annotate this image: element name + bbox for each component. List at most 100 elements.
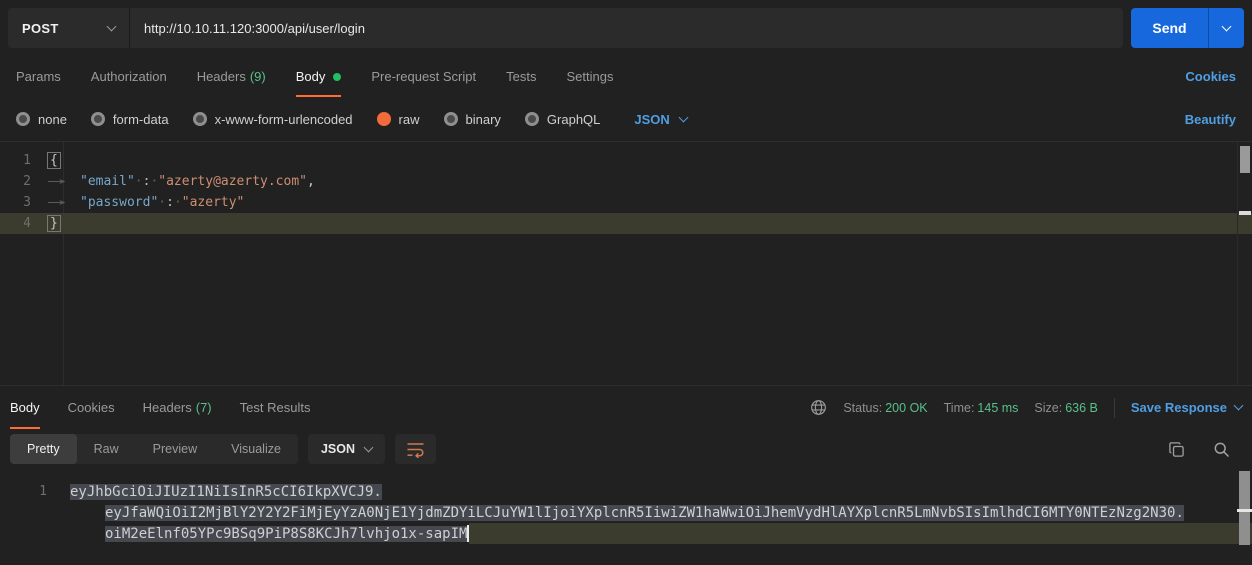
jwt-token-segment: eyJhbGciOiJIUzI1NiIsInR5cCI6IkpXVCJ9. xyxy=(70,484,382,500)
response-toolbar: Pretty Raw Preview Visualize JSON xyxy=(0,429,1252,469)
wrap-text-button[interactable] xyxy=(395,434,436,464)
beautify-link[interactable]: Beautify xyxy=(1185,112,1236,127)
radio-selected-icon xyxy=(377,112,391,126)
whitespace-dot: · xyxy=(174,195,182,210)
option-label: form-data xyxy=(113,112,169,127)
tab-label: Pre-request Script xyxy=(371,69,476,84)
open-brace-token: { xyxy=(47,152,61,169)
request-bar: POST Send xyxy=(0,0,1252,56)
time-label: Time: xyxy=(944,401,975,415)
colon-token: : xyxy=(143,174,151,189)
response-body-viewer[interactable]: 1 eyJhbGciOiJIUzI1NiIsInR5cCI6IkpXVCJ9. … xyxy=(0,469,1252,565)
body-type-option-form-data[interactable]: form-data xyxy=(91,112,169,127)
tab-settings[interactable]: Settings xyxy=(566,56,613,97)
response-tab-body[interactable]: Body xyxy=(10,386,40,429)
size-badge: Size:636 B xyxy=(1034,401,1097,415)
option-label: binary xyxy=(466,112,501,127)
line-number: 1 xyxy=(0,484,47,499)
response-line-1-wrap-b: oiM2eElnf05YPc9BSq9PiP8S8KCJh7lvhjo1x-sa… xyxy=(0,523,1252,544)
wrap-text-icon xyxy=(406,441,425,458)
body-modified-dot-icon xyxy=(333,73,341,81)
tab-label: Params xyxy=(16,69,61,84)
chevron-down-icon xyxy=(364,442,374,452)
vertical-divider xyxy=(1114,398,1115,418)
editor-scrollbar[interactable] xyxy=(1237,142,1252,385)
status-label: Status: xyxy=(843,401,882,415)
tab-label: Tests xyxy=(506,69,536,84)
send-options-button[interactable] xyxy=(1208,8,1244,48)
view-mode-group: Pretty Raw Preview Visualize xyxy=(10,434,298,464)
line-number: 3 xyxy=(0,195,47,210)
response-tab-headers[interactable]: Headers (7) xyxy=(143,386,212,429)
headers-count-badge: (9) xyxy=(250,69,266,84)
scrollbar-thumb[interactable] xyxy=(1240,146,1250,173)
tab-pre-request-script[interactable]: Pre-request Script xyxy=(371,56,476,97)
whitespace-dot: · xyxy=(158,195,166,210)
search-icon[interactable] xyxy=(1213,441,1230,458)
chevron-down-icon xyxy=(1234,401,1244,411)
whitespace-dot: · xyxy=(135,174,143,189)
option-label: none xyxy=(38,112,67,127)
radio-icon xyxy=(91,112,105,126)
line-number: 2 xyxy=(0,174,47,189)
tab-params[interactable]: Params xyxy=(16,56,61,97)
body-type-option-x-www-form-urlencoded[interactable]: x-www-form-urlencoded xyxy=(193,112,353,127)
time-badge: Time:145 ms xyxy=(944,401,1019,415)
response-scrollbar[interactable] xyxy=(1237,469,1252,565)
response-tab-test-results[interactable]: Test Results xyxy=(240,386,311,429)
request-tabs: Params Authorization Headers (9) Body Pr… xyxy=(0,56,1252,97)
body-type-option-raw[interactable]: raw xyxy=(377,112,420,127)
tab-authorization[interactable]: Authorization xyxy=(91,56,167,97)
body-type-option-none[interactable]: none xyxy=(16,112,67,127)
headers-count-badge: (7) xyxy=(196,400,212,415)
editor-line-4-current: 4 } xyxy=(0,213,1252,234)
active-tab-underline xyxy=(296,95,342,97)
view-preview[interactable]: Preview xyxy=(136,434,214,464)
radio-icon xyxy=(193,112,207,126)
request-body-editor[interactable]: 1 { 2 → "email" · : · "azerty@azerty.com… xyxy=(0,141,1252,385)
raw-language-select[interactable]: JSON xyxy=(634,112,686,127)
tab-label: Headers xyxy=(197,69,246,84)
status-badge: Status:200 OK xyxy=(843,401,927,415)
body-type-row: none form-data x-www-form-urlencoded raw… xyxy=(0,97,1252,141)
body-type-option-binary[interactable]: binary xyxy=(444,112,501,127)
status-value: 200 OK xyxy=(885,401,927,415)
tab-label: Body xyxy=(10,400,40,415)
response-language-select[interactable]: JSON xyxy=(308,434,385,464)
response-header: Body Cookies Headers (7) Test Results St… xyxy=(0,385,1252,429)
cookies-link[interactable]: Cookies xyxy=(1185,69,1236,84)
editor-line-2: 2 → "email" · : · "azerty@azerty.com" , xyxy=(0,171,1252,192)
send-button[interactable]: Send xyxy=(1131,8,1208,48)
option-label: raw xyxy=(399,112,420,127)
save-response-button[interactable]: Save Response xyxy=(1131,400,1242,415)
chevron-down-icon xyxy=(1222,21,1232,31)
chevron-down-icon xyxy=(107,21,117,31)
url-input[interactable] xyxy=(130,8,1123,48)
method-select[interactable]: POST xyxy=(8,8,130,48)
tab-whitespace-icon: → xyxy=(47,174,126,189)
radio-icon xyxy=(525,112,539,126)
radio-icon xyxy=(444,112,458,126)
tab-headers[interactable]: Headers (9) xyxy=(197,56,266,97)
response-line-1: 1 eyJhbGciOiJIUzI1NiIsInR5cCI6IkpXVCJ9. xyxy=(0,481,1252,502)
json-string-value: "azerty" xyxy=(182,195,245,210)
tab-tests[interactable]: Tests xyxy=(506,56,536,97)
close-brace-token: } xyxy=(47,215,61,232)
globe-icon[interactable] xyxy=(810,399,827,416)
option-label: GraphQL xyxy=(547,112,600,127)
scrollbar-thumb[interactable] xyxy=(1239,471,1250,545)
response-tab-cookies[interactable]: Cookies xyxy=(68,386,115,429)
body-type-option-graphql[interactable]: GraphQL xyxy=(525,112,600,127)
size-value: 636 B xyxy=(1065,401,1098,415)
view-pretty[interactable]: Pretty xyxy=(10,434,77,464)
view-raw[interactable]: Raw xyxy=(77,434,136,464)
toolbar-right-icons xyxy=(1168,441,1242,458)
tab-body[interactable]: Body xyxy=(296,56,342,97)
response-line-1-wrap-a: eyJfaWQiOiI2MjBlY2Y2Y2FiMjEyYzA0NjE1Yjdm… xyxy=(0,502,1252,523)
tab-label: Headers xyxy=(143,400,192,415)
current-line-highlight xyxy=(469,523,1252,544)
json-string-value: "azerty@azerty.com" xyxy=(158,174,307,189)
copy-icon[interactable] xyxy=(1168,441,1185,458)
colon-token: : xyxy=(166,195,174,210)
view-visualize[interactable]: Visualize xyxy=(214,434,298,464)
